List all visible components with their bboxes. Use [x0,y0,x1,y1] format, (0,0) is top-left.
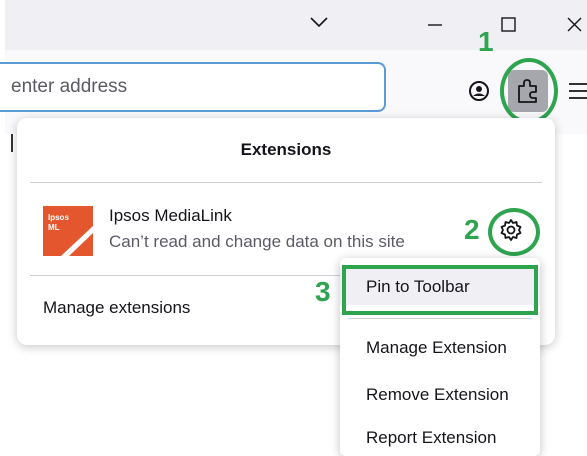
address-input[interactable] [9,64,373,110]
menu-item-report-extension[interactable]: Report Extension [340,420,540,456]
annotation-highlight-extensions [500,58,558,124]
panel-title: Extensions [240,140,332,159]
annotation-number-1: 1 [478,26,494,57]
annotation-highlight-pin [342,265,538,315]
annotation-number-3: 3 [315,276,331,307]
chevron-down-icon[interactable] [305,12,333,38]
account-icon[interactable] [468,80,490,102]
panel-divider-bottom [30,275,350,276]
menu-item-remove-extension[interactable]: Remove Extension [340,377,540,413]
annotation-highlight-gear [488,208,540,256]
bookmarks-divider-mark [11,134,13,152]
menu-hamburger-icon[interactable] [568,80,587,102]
close-icon[interactable] [562,10,587,40]
minimize-icon[interactable] [420,12,450,38]
extension-logo: Ipsos ML [43,206,93,256]
menu-divider [348,318,532,319]
manage-extensions-link[interactable]: Manage extensions [43,298,190,318]
address-bar[interactable] [0,62,386,112]
extension-name[interactable]: Ipsos MediaLink [109,206,232,226]
maximize-icon[interactable] [494,10,524,40]
extension-description: Can’t read and change data on this site [109,232,405,251]
annotation-number-2: 2 [464,214,480,245]
panel-divider-top [30,182,542,183]
menu-item-manage-extension[interactable]: Manage Extension [340,330,540,366]
